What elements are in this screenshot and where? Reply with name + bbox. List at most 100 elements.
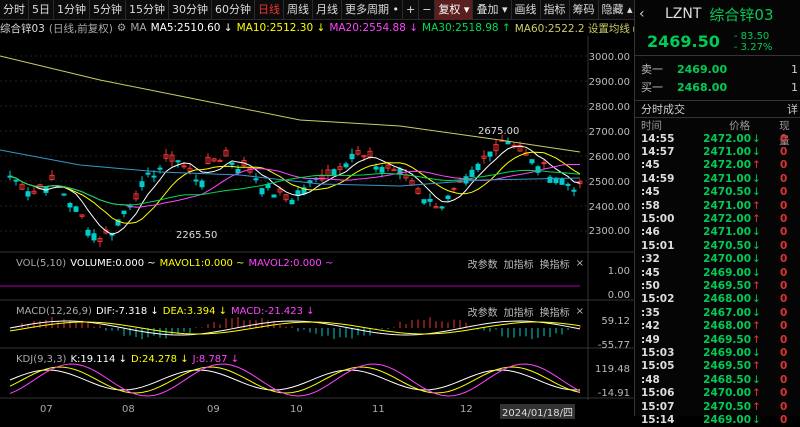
trade-row: :50 2469.50 ↑ 0 bbox=[635, 279, 800, 292]
trade-price: 2471.00 bbox=[703, 172, 751, 185]
trade-row: 15:07 2470.50 ↑ 0 bbox=[635, 400, 800, 413]
candle-body bbox=[439, 206, 445, 209]
trade-direction: ↓ bbox=[752, 266, 761, 279]
ma60-value[interactable]: MA60:2522.2 设置均线 ▸ bbox=[515, 21, 639, 36]
macd-value: MACD:-21.423 ↓ bbox=[231, 305, 315, 317]
trade-direction: ↓ bbox=[752, 172, 761, 185]
candle-body bbox=[421, 199, 427, 204]
candle-body bbox=[85, 229, 91, 236]
trade-price: 2468.00 bbox=[703, 320, 751, 333]
candle-body bbox=[193, 179, 199, 182]
instrument-name: 综合锌03 bbox=[0, 22, 45, 35]
period-tab[interactable]: 60分钟 bbox=[212, 0, 255, 20]
kdj-label: KDJ(9,3,3) bbox=[16, 353, 67, 365]
kline-chart[interactable]: 2675.00 2265.50 bbox=[0, 36, 634, 400]
trade-price: 2472.00 bbox=[703, 132, 751, 145]
candle-body bbox=[229, 162, 235, 165]
close-icon[interactable]: × bbox=[576, 258, 584, 269]
toolbar-button[interactable]: 指标 bbox=[541, 0, 570, 20]
candle-body bbox=[73, 206, 79, 212]
trade-price: 2471.00 bbox=[703, 199, 751, 212]
ma-info-bar: 综合锌03 (日线,前复权) ⚙ MA MA5:2510.60 ↓ MA10:2… bbox=[0, 20, 639, 36]
trade-price: 2471.00 bbox=[703, 146, 751, 159]
col-qty: 现量 bbox=[779, 120, 790, 147]
candle-body bbox=[373, 166, 379, 170]
trade-direction: ↓ bbox=[752, 226, 761, 239]
trade-qty: 0 bbox=[780, 320, 788, 333]
price-tick: 2600.00 bbox=[588, 152, 630, 163]
trade-row: :42 2468.00 ↑ 0 bbox=[635, 319, 800, 332]
trade-time: 14:55 bbox=[641, 132, 675, 145]
trade-qty: 0 bbox=[780, 172, 788, 185]
swap-indicator-button[interactable]: 换指标 bbox=[540, 304, 570, 319]
candle-body bbox=[571, 189, 577, 192]
trade-time: :48 bbox=[641, 373, 660, 386]
price-row: 2469.50 - 83.50- 3.27% bbox=[635, 28, 800, 56]
period-tab[interactable]: 5分钟 bbox=[90, 0, 126, 20]
toolbar-button[interactable]: + bbox=[403, 0, 420, 20]
candle-body bbox=[151, 175, 157, 178]
candle-body bbox=[25, 191, 31, 197]
trade-row: :35 2467.00 ↓ 0 bbox=[635, 306, 800, 319]
buy-label: 买一 bbox=[641, 81, 663, 94]
trade-direction: ↓ bbox=[752, 186, 761, 199]
period-tab[interactable]: 分时 bbox=[0, 0, 29, 20]
trade-time: :45 bbox=[641, 186, 660, 199]
trade-qty: 0 bbox=[780, 226, 788, 239]
toolbar-button[interactable]: 画线 bbox=[512, 0, 541, 20]
trade-price: 2470.00 bbox=[703, 387, 751, 400]
trade-price: 2470.00 bbox=[703, 253, 751, 266]
candle-body bbox=[331, 169, 337, 176]
change-params-button[interactable]: 改参数 bbox=[468, 256, 498, 271]
sell-price: 2469.00 bbox=[677, 62, 728, 76]
trade-time: 14:59 bbox=[641, 172, 675, 185]
price-tick: 3000.00 bbox=[588, 52, 630, 63]
toolbar-button[interactable]: 隐藏 ▴ bbox=[599, 0, 637, 20]
toolbar-button[interactable]: 筹码 bbox=[570, 0, 599, 20]
swap-indicator-button[interactable]: 换指标 bbox=[540, 256, 570, 271]
detail-button[interactable]: 详 bbox=[787, 101, 798, 117]
add-indicator-button[interactable]: 加指标 bbox=[504, 256, 534, 271]
k-value: K:19.114 ↓ bbox=[70, 353, 127, 365]
period-tab[interactable]: 15分钟 bbox=[126, 0, 169, 20]
period-tab[interactable]: 30分钟 bbox=[169, 0, 212, 20]
gear-icon[interactable]: ⚙ bbox=[117, 22, 126, 34]
dea-value: DEA:3.394 ↓ bbox=[162, 305, 227, 317]
change-params-button[interactable]: 改参数 bbox=[468, 304, 498, 319]
period-tab[interactable]: 5日 bbox=[29, 0, 54, 20]
toolbar-button[interactable]: 叠加 ▾ bbox=[473, 0, 512, 20]
trade-qty: 0 bbox=[780, 199, 788, 212]
period-tab[interactable]: 更多周期 • bbox=[342, 0, 403, 20]
period-toolbar: 分时 5日 1分钟 5分钟 15分钟 30分钟 60分钟 日线 周线 月线 更多周期 • + − 复权 ▾… bbox=[0, 0, 637, 20]
period-tab[interactable]: 月线 bbox=[313, 0, 342, 20]
trade-qty: 0 bbox=[780, 159, 788, 172]
trade-price: 2472.00 bbox=[703, 213, 751, 226]
date-tick: 09 bbox=[207, 404, 220, 415]
period-tab[interactable]: 周线 bbox=[284, 0, 313, 20]
trade-time: :58 bbox=[641, 199, 660, 212]
trade-row: :58 2471.00 ↑ 0 bbox=[635, 199, 800, 212]
quote-panel: ‹ LZNT 综合锌03 2469.50 - 83.50- 3.27% 卖一 2… bbox=[634, 0, 800, 426]
period-tab[interactable]: 日线 bbox=[255, 0, 284, 20]
toolbar-button[interactable]: 复权 ▾ bbox=[435, 0, 474, 20]
back-icon[interactable]: ‹ bbox=[639, 6, 645, 22]
trade-row: :48 2468.50 ↓ 0 bbox=[635, 373, 800, 386]
period-tab[interactable]: 1分钟 bbox=[54, 0, 90, 20]
trade-price: 2469.50 bbox=[703, 279, 751, 292]
candle-body bbox=[451, 187, 457, 190]
add-indicator-button[interactable]: 加指标 bbox=[504, 304, 534, 319]
trade-direction: ↓ bbox=[752, 293, 761, 306]
candle-body bbox=[427, 198, 433, 202]
volume-value: VOLUME:0.000 ~ bbox=[70, 257, 156, 269]
close-icon[interactable]: × bbox=[576, 306, 584, 317]
toolbar-button[interactable]: − bbox=[419, 0, 436, 20]
sell-qty: 1 bbox=[791, 62, 798, 76]
trade-row: :32 2470.00 ↓ 0 bbox=[635, 253, 800, 266]
trade-time: :35 bbox=[641, 306, 660, 319]
trade-direction: ↓ bbox=[752, 373, 761, 386]
trade-row: 15:03 2469.00 ↓ 0 bbox=[635, 346, 800, 359]
trade-time: 15:00 bbox=[641, 213, 675, 226]
trade-row: 14:55 2472.00 ↓ 0 bbox=[635, 132, 800, 145]
trade-direction: ↑ bbox=[752, 320, 761, 333]
candle-body bbox=[379, 167, 385, 173]
